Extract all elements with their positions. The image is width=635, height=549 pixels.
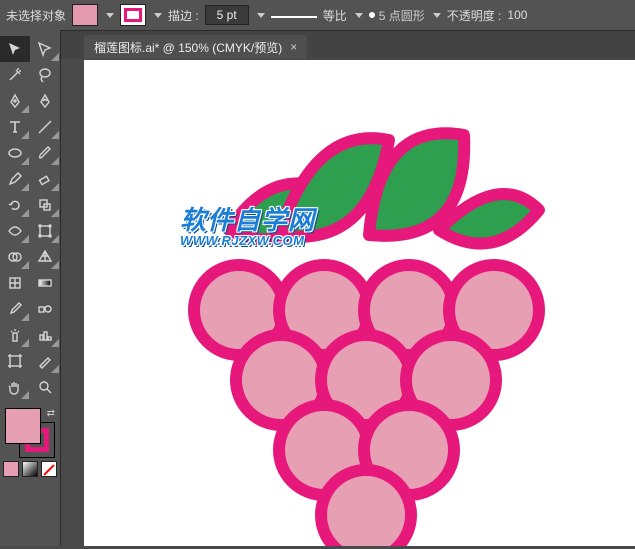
fill-color-icon[interactable] xyxy=(5,408,41,444)
width-tool[interactable] xyxy=(0,218,30,244)
stroke-label: 描边 : xyxy=(168,7,199,24)
watermark-line2: WWW.RJZXW.COM xyxy=(180,233,315,248)
swap-icon[interactable]: ⇄ xyxy=(47,408,55,419)
artboard-tool[interactable] xyxy=(0,348,30,374)
close-icon[interactable]: × xyxy=(290,40,297,54)
curvature-tool[interactable] xyxy=(30,88,60,114)
eraser-tool[interactable] xyxy=(30,166,60,192)
slice-tool[interactable] xyxy=(30,348,60,374)
profile-label: 等比 xyxy=(323,7,347,24)
stroke-weight-input[interactable]: 5 pt xyxy=(205,5,249,25)
color-mode-solid[interactable] xyxy=(3,461,19,477)
blend-tool[interactable] xyxy=(30,296,60,322)
lasso-tool[interactable] xyxy=(30,62,60,88)
fill-swatch[interactable] xyxy=(72,4,98,26)
artwork-svg xyxy=(84,60,635,546)
document-tab[interactable]: 榴莲图标.ai* @ 150% (CMYK/预览) × xyxy=(84,35,307,59)
color-mode-row xyxy=(0,461,60,477)
color-mode-gradient[interactable] xyxy=(22,461,38,477)
mesh-tool[interactable] xyxy=(0,270,30,296)
chevron-down-icon[interactable] xyxy=(106,13,114,18)
symbol-sprayer-tool[interactable] xyxy=(0,322,30,348)
scale-tool[interactable] xyxy=(30,192,60,218)
chevron-down-icon[interactable] xyxy=(433,13,441,18)
tools-panel: ⇄ xyxy=(0,30,61,546)
free-transform-tool[interactable] xyxy=(30,218,60,244)
opacity-label: 不透明度 : xyxy=(447,7,502,24)
stroke-profile[interactable] xyxy=(271,8,317,22)
pen-tool[interactable] xyxy=(0,88,30,114)
selection-status: 未选择对象 xyxy=(6,7,66,24)
selection-tool[interactable] xyxy=(0,36,30,62)
stroke-swatch[interactable] xyxy=(120,4,146,26)
gradient-tool[interactable] xyxy=(30,270,60,296)
shape-builder-tool[interactable] xyxy=(0,244,30,270)
chevron-down-icon[interactable] xyxy=(257,13,265,18)
brush-definition[interactable]: 5 点圆形 xyxy=(369,7,425,24)
rotate-tool[interactable] xyxy=(0,192,30,218)
color-mode-none[interactable] xyxy=(41,461,57,477)
document-tab-bar: 榴莲图标.ai* @ 150% (CMYK/预览) × xyxy=(0,31,635,59)
options-bar: 未选择对象 描边 : 5 pt 等比 5 点圆形 不透明度 : 100 xyxy=(0,0,635,31)
watermark-line1: 软件自学网 xyxy=(180,200,315,237)
artboard-canvas[interactable]: 软件自学网 WWW.RJZXW.COM xyxy=(84,60,635,546)
fill-stroke-control[interactable]: ⇄ xyxy=(5,408,55,458)
eyedropper-tool[interactable] xyxy=(0,296,30,322)
magic-wand-tool[interactable] xyxy=(0,62,30,88)
chevron-down-icon[interactable] xyxy=(154,13,162,18)
pencil-tool[interactable] xyxy=(0,166,30,192)
perspective-tool[interactable] xyxy=(30,244,60,270)
type-tool[interactable] xyxy=(0,114,30,140)
hand-tool[interactable] xyxy=(0,374,30,400)
chevron-down-icon[interactable] xyxy=(355,13,363,18)
watermark: 软件自学网 WWW.RJZXW.COM xyxy=(180,200,315,248)
opacity-value[interactable]: 100 xyxy=(507,8,527,22)
line-tool[interactable] xyxy=(30,114,60,140)
direct-selection-tool[interactable] xyxy=(30,36,60,62)
column-graph-tool[interactable] xyxy=(30,322,60,348)
zoom-tool[interactable] xyxy=(30,374,60,400)
workspace: 软件自学网 WWW.RJZXW.COM xyxy=(84,60,635,546)
paintbrush-tool[interactable] xyxy=(30,140,60,166)
tab-title: 榴莲图标.ai* @ 150% (CMYK/预览) xyxy=(94,39,282,56)
ellipse-tool[interactable] xyxy=(0,140,30,166)
